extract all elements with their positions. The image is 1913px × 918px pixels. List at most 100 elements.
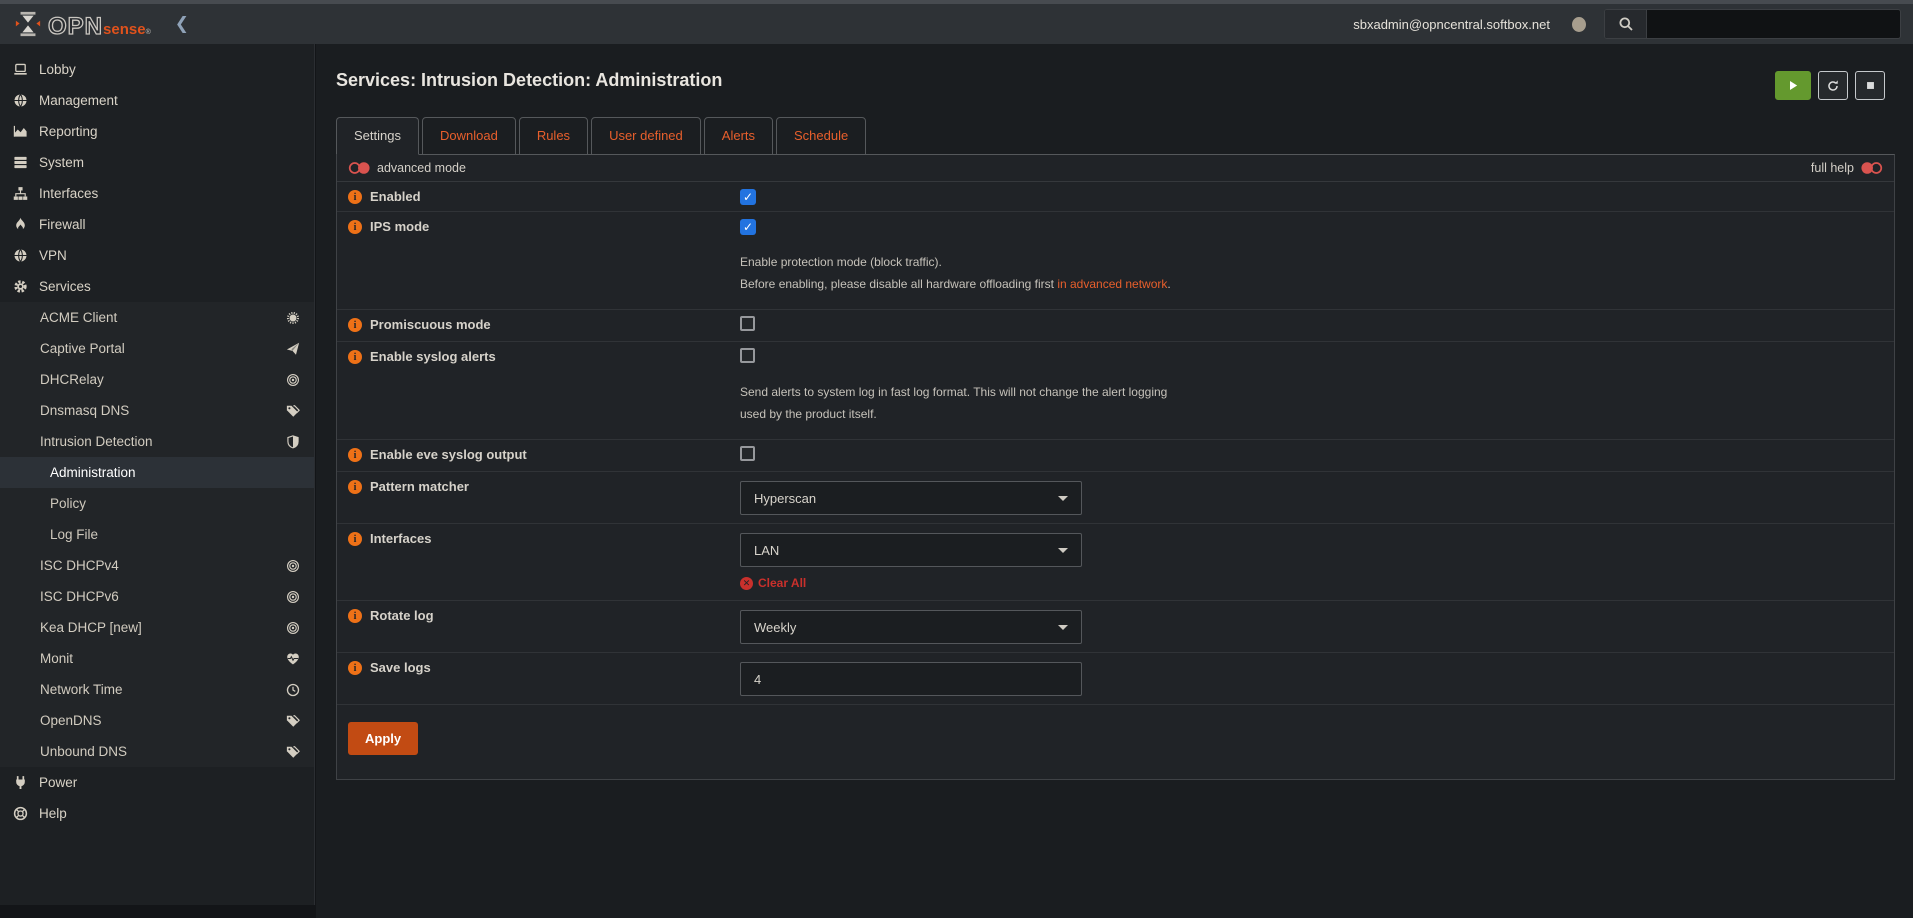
ips-mode-checkbox[interactable]: ✓ (740, 219, 756, 235)
sidebar-item-network-time[interactable]: Network Time (0, 674, 314, 705)
brand-text-sense: sense (103, 21, 146, 38)
syslog-alerts-checkbox[interactable] (740, 348, 755, 363)
sidebar-item-opendns[interactable]: OpenDNS (0, 705, 314, 736)
sidebar-item-help[interactable]: Help (0, 798, 314, 829)
row-promiscuous-mode: i Promiscuous mode (337, 310, 1894, 342)
tab-settings[interactable]: Settings (336, 117, 419, 155)
enabled-checkbox[interactable]: ✓ (740, 189, 756, 205)
tab-download[interactable]: Download (422, 117, 516, 155)
gear-icon (10, 279, 30, 294)
tab-user-defined[interactable]: User defined (591, 117, 701, 155)
sidebar-item-system[interactable]: System (0, 147, 314, 178)
tags-icon (286, 745, 300, 759)
bullseye-icon (286, 621, 300, 635)
row-eve-syslog: i Enable eve syslog output (337, 440, 1894, 472)
clear-all-link[interactable]: ✕ Clear All (740, 576, 1883, 590)
apply-row: Apply (337, 705, 1894, 779)
stop-service-button[interactable] (1855, 71, 1885, 100)
server-icon (10, 155, 30, 170)
heartbeat-icon (286, 652, 300, 666)
sidebar-item-firewall[interactable]: Firewall (0, 209, 314, 240)
row-pattern-matcher: i Pattern matcher Hyperscan (337, 472, 1894, 524)
apply-button[interactable]: Apply (348, 722, 418, 755)
globe-icon (10, 93, 30, 108)
tags-icon (286, 714, 300, 728)
sidebar-item-power[interactable]: Power (0, 767, 314, 798)
globe-lock-icon (10, 248, 30, 263)
advanced-network-link[interactable]: in advanced network (1057, 277, 1167, 291)
sidebar-item-dnsmasq-dns[interactable]: Dnsmasq DNS (0, 395, 314, 426)
brand-registered-mark: ® (146, 28, 151, 38)
restart-service-button[interactable] (1818, 71, 1848, 100)
bullseye-icon (286, 590, 300, 604)
hourglass-logo-icon (14, 10, 42, 38)
sidebar-item-isc-dhcpv4[interactable]: ISC DHCPv4 (0, 550, 314, 581)
sidebar-item-administration[interactable]: Administration (0, 457, 314, 488)
info-icon[interactable]: i (348, 350, 362, 364)
row-rotate-log: i Rotate log Weekly (337, 601, 1894, 653)
interfaces-select[interactable]: LAN (740, 533, 1082, 567)
row-save-logs: i Save logs (337, 653, 1894, 705)
tab-alerts[interactable]: Alerts (704, 117, 773, 155)
rotate-log-select[interactable]: Weekly (740, 610, 1082, 644)
tab-bar: Settings Download Rules User defined Ale… (336, 117, 1913, 154)
tab-rules[interactable]: Rules (519, 117, 588, 155)
life-ring-icon (10, 806, 30, 821)
tab-schedule[interactable]: Schedule (776, 117, 866, 155)
sidebar-item-policy[interactable]: Policy (0, 488, 314, 519)
save-logs-input[interactable] (740, 662, 1082, 696)
promiscuous-mode-checkbox[interactable] (740, 316, 755, 331)
play-icon (1787, 79, 1799, 92)
stop-icon (1865, 80, 1876, 91)
shield-icon (286, 435, 300, 449)
sidebar-item-lobby[interactable]: Lobby (0, 54, 314, 85)
sidebar-item-log-file[interactable]: Log File (0, 519, 314, 550)
info-icon[interactable]: i (348, 448, 362, 462)
info-icon[interactable]: i (348, 220, 362, 234)
sidebar-item-captive-portal[interactable]: Captive Portal (0, 333, 314, 364)
sidebar-item-isc-dhcpv6[interactable]: ISC DHCPv6 (0, 581, 314, 612)
sidebar-item-dhcrelay[interactable]: DHCRelay (0, 364, 314, 395)
sidebar-item-intrusion-detection[interactable]: Intrusion Detection (0, 426, 314, 457)
times-circle-icon: ✕ (740, 577, 753, 590)
toggle-off-icon (1860, 161, 1883, 175)
sitemap-icon (10, 186, 30, 201)
sidebar-collapse-icon[interactable]: ❮ (175, 14, 189, 34)
info-icon[interactable]: i (348, 532, 362, 546)
area-chart-icon (10, 124, 30, 139)
info-icon[interactable]: i (348, 661, 362, 675)
tags-icon (286, 404, 300, 418)
paper-plane-icon (286, 342, 300, 356)
advanced-mode-toggle[interactable]: advanced mode (348, 161, 466, 175)
status-indicator-dot[interactable] (1572, 17, 1586, 32)
panel-toolbar: advanced mode full help (337, 155, 1894, 182)
info-icon[interactable]: i (348, 480, 362, 494)
chevron-down-icon (1058, 496, 1068, 501)
info-icon[interactable]: i (348, 609, 362, 623)
info-icon[interactable]: i (348, 318, 362, 332)
full-help-toggle[interactable]: full help (1811, 161, 1883, 175)
sidebar-item-reporting[interactable]: Reporting (0, 116, 314, 147)
pattern-matcher-select[interactable]: Hyperscan (740, 481, 1082, 515)
row-syslog-alerts: i Enable syslog alerts Send alerts to sy… (337, 342, 1894, 440)
sidebar-item-unbound-dns[interactable]: Unbound DNS (0, 736, 314, 767)
opnsense-logo[interactable]: OPNsense® (14, 10, 151, 38)
sidebar-item-vpn[interactable]: VPN (0, 240, 314, 271)
chevron-down-icon (1058, 548, 1068, 553)
sidebar-item-acme-client[interactable]: ACME Client (0, 302, 314, 333)
brand-text-opn: OPN (48, 16, 103, 38)
sidebar-item-kea-dhcp[interactable]: Kea DHCP [new] (0, 612, 314, 643)
info-icon[interactable]: i (348, 190, 362, 204)
bullseye-icon (286, 373, 300, 387)
laptop-icon (10, 62, 30, 77)
clock-icon (286, 683, 300, 697)
sidebar-item-interfaces[interactable]: Interfaces (0, 178, 314, 209)
plug-icon (10, 775, 30, 790)
sidebar-item-management[interactable]: Management (0, 85, 314, 116)
logged-in-user-email[interactable]: sbxadmin@opncentral.softbox.net (1353, 17, 1550, 32)
start-service-button[interactable] (1775, 71, 1811, 100)
sidebar-item-services[interactable]: Services (0, 271, 314, 302)
sidebar-item-monit[interactable]: Monit (0, 643, 314, 674)
eve-syslog-checkbox[interactable] (740, 446, 755, 461)
search-input[interactable] (1647, 10, 1900, 38)
